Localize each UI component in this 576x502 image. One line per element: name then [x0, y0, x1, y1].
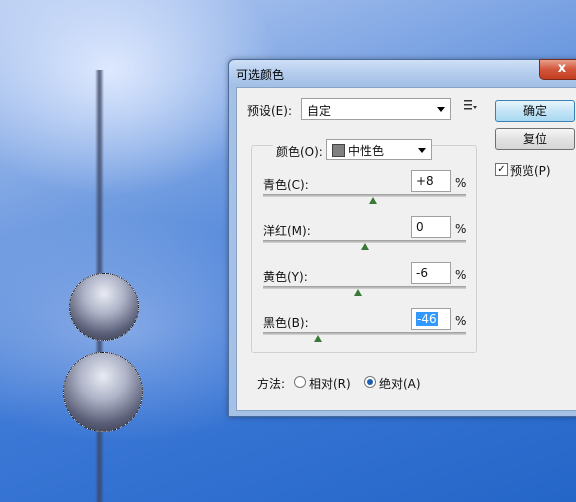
- slider-value: 0: [416, 220, 424, 234]
- checkmark-icon: ✓: [497, 164, 506, 175]
- ok-button[interactable]: 确定: [495, 100, 575, 122]
- slider-value-input[interactable]: 0: [411, 216, 451, 238]
- preset-value: 自定: [307, 104, 332, 118]
- slider-value: +8: [416, 174, 434, 188]
- close-icon: x: [557, 61, 567, 76]
- colors-dropdown[interactable]: 中性色: [326, 139, 432, 160]
- preset-dropdown[interactable]: 自定: [301, 98, 451, 120]
- preview-label: 预览(P): [510, 164, 551, 178]
- slider-label: 洋红(M):: [263, 224, 311, 238]
- slider-row: 黑色(B): -46%: [263, 308, 469, 352]
- colors-value: 中性色: [348, 144, 385, 158]
- slider-label: 黄色(Y):: [263, 270, 308, 284]
- selected-sphere-bottom: [63, 352, 143, 432]
- slider-row: 黄色(Y): -6%: [263, 262, 469, 306]
- close-button[interactable]: x: [539, 59, 576, 80]
- slider-label: 青色(C):: [263, 178, 309, 192]
- slider-thumb[interactable]: [313, 335, 322, 342]
- slider-track[interactable]: [263, 194, 466, 197]
- slider-track[interactable]: [263, 286, 466, 289]
- percent-unit: %: [455, 268, 467, 282]
- percent-unit: %: [455, 176, 467, 190]
- percent-unit: %: [455, 314, 467, 328]
- preview-checkbox[interactable]: ✓: [495, 163, 508, 176]
- preset-options-icon[interactable]: [463, 98, 477, 112]
- slider-thumb[interactable]: [368, 197, 377, 204]
- slider-row: 洋红(M): 0%: [263, 216, 469, 260]
- slider-track[interactable]: [263, 332, 466, 335]
- dialog-title: 可选颜色: [236, 68, 285, 82]
- colors-label: 颜色(O):: [273, 143, 326, 160]
- chevron-down-icon: [418, 148, 426, 153]
- reset-button[interactable]: 复位: [495, 128, 575, 150]
- color-swatch: [332, 144, 345, 157]
- slider-value: -6: [416, 266, 428, 280]
- method-label: 方法:: [257, 377, 286, 391]
- slider-value-input[interactable]: +8: [411, 170, 451, 192]
- title-bar[interactable]: 可选颜色 x: [229, 59, 576, 86]
- selected-sphere-top: [69, 273, 139, 341]
- preset-label: 预设(E):: [247, 104, 292, 118]
- dialog-body: 预设(E): 自定 确定 复位 ✓ 预览(P) 颜色(O): 中性色 青色(C)…: [236, 87, 576, 411]
- absolute-radio[interactable]: [364, 376, 376, 388]
- percent-unit: %: [455, 222, 467, 236]
- slider-thumb[interactable]: [360, 243, 369, 250]
- relative-label: 相对(R): [309, 377, 351, 391]
- slider-label: 黑色(B):: [263, 316, 309, 330]
- slider-row: 青色(C): +8%: [263, 170, 469, 214]
- absolute-label: 绝对(A): [379, 377, 421, 391]
- slider-value-input[interactable]: -6: [411, 262, 451, 284]
- ok-button-label: 确定: [522, 104, 547, 118]
- relative-radio[interactable]: [294, 376, 306, 388]
- slider-value: -46: [416, 312, 438, 326]
- selective-color-dialog: 可选颜色 x 预设(E): 自定 确定 复位 ✓ 预览(P) 颜色(O): 中性…: [228, 59, 576, 417]
- slider-value-input[interactable]: -46: [411, 308, 451, 330]
- chevron-down-icon: [437, 107, 445, 112]
- reset-button-label: 复位: [522, 132, 547, 146]
- slider-thumb[interactable]: [354, 289, 363, 296]
